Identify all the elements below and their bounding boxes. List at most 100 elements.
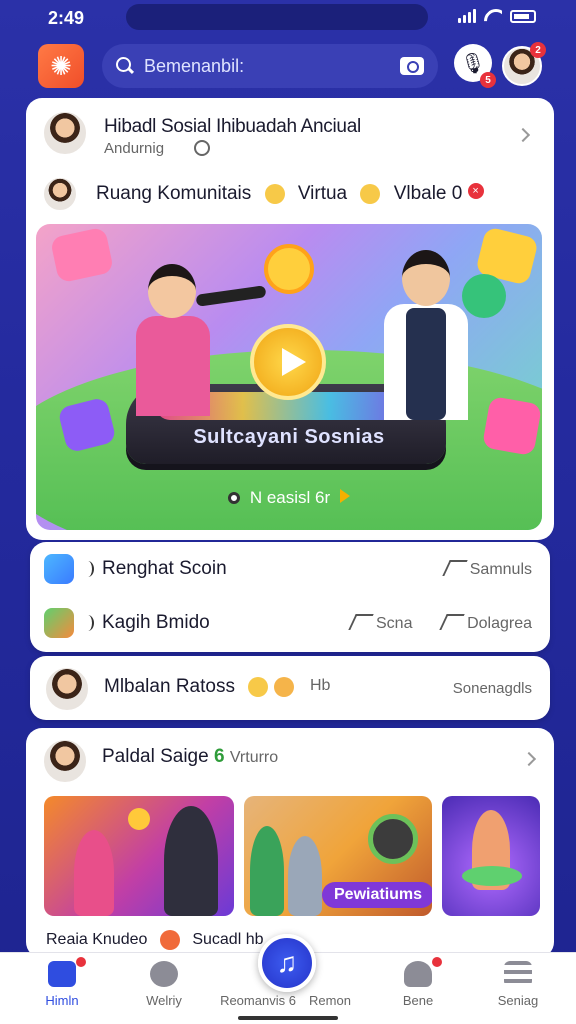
community-end: Vlbale 0 [393,183,463,204]
feed-title[interactable]: Paldal Saige 6 Vrturro [102,746,278,768]
chevron-right-icon[interactable] [521,751,537,767]
globe-icon [194,140,210,156]
feed-caption-text: Reaia Knudeo [46,931,148,949]
feed-thumbnail[interactable]: Pewiatiums [244,796,432,916]
battery-icon [510,9,536,23]
status-time: 2:49 [48,8,85,28]
share-action[interactable]: Dolagrea [439,613,532,633]
link-row[interactable]: Kagih Bmido Scna Dolagrea [30,598,550,648]
feed-card: Paldal Saige 6 Vrturro Pewiatiums Reaia … [26,728,554,958]
spinner-icon [82,561,94,577]
message-title: Mlbalan Ratoss [104,676,302,698]
message-avatar [44,666,90,712]
arrow-right-icon [340,489,351,503]
spinner-icon [82,615,94,631]
community-mid: Virtua [297,183,348,204]
status-icons [458,9,536,23]
chevron-right-icon[interactable] [515,127,531,143]
nav-label: Bene [402,993,434,1008]
search-icon [116,57,134,75]
banner-cta[interactable]: N easisl 6r [36,488,542,508]
floating-tile-icon [49,226,115,284]
app-icon [44,554,74,584]
nav-item-explore[interactable]: Welriy [116,961,212,1021]
feed-title-text: Paldal Saige [102,746,209,767]
message-title-text: Mlbalan Ratoss [104,676,235,697]
record-icon [227,492,240,504]
person-figure [288,836,322,916]
app-logo-icon[interactable]: ✺ [38,44,84,88]
links-card: Renghat Scoin Samnuls Kagih Bmido Scna D… [30,542,550,652]
mic-icon: 🎙 [460,52,486,75]
feed-suffix: Vrturro [229,749,279,766]
share-action[interactable]: Scna [348,613,413,633]
play-button[interactable] [250,324,326,400]
banner-cta-text: N easisl 6r [249,488,331,507]
post-author-avatar[interactable] [42,110,88,156]
share-icon [442,559,468,576]
nav-label: Himln [45,993,79,1008]
emoji-icon [264,183,285,204]
message-meta: Sonenagdls [452,680,532,697]
profile-avatar[interactable]: 2 [502,42,546,86]
home-badge [76,957,86,967]
feed-thumbnail[interactable] [44,796,234,916]
feed-count: 6 [213,746,225,767]
nav-label: Seniag [497,993,539,1008]
sun-icon [264,244,314,294]
share-label: Samnuls [469,560,532,578]
feed-caption-text-2: Sucadl hb [192,931,264,949]
boy-figure [376,250,476,420]
emoji-icon [360,183,381,204]
status-bar: 2:49 [0,0,576,36]
link-title: Kagih Bmido [102,612,210,633]
banner-stage-label: Sultcayani Sosnias [193,426,385,448]
profile-nav-badge [432,957,442,967]
share-label: Scna [376,614,413,632]
music-note-icon: ♫ [276,947,298,978]
post-header[interactable]: Hibadl Sosial Ihibuadah Anciual Andurnig [42,110,542,160]
home-icon [48,957,86,987]
search-input[interactable] [144,55,394,77]
emoji-icon [274,676,295,697]
post-subtitle: Andurnig [104,140,165,157]
community-row[interactable]: Ruang Komunitais Virtua Vlbale 0 × [42,174,542,214]
post-title: Hibadl Sosial Ihibuadah Anciual [104,116,361,137]
thumbnail-tag: Pewiatiums [322,882,432,908]
nav-label: Welriy [146,993,182,1008]
post-banner-image[interactable]: Sultcayani Sosnias N easisl 6r [36,224,542,530]
top-bar: ✺ 🎙 5 2 [0,42,576,90]
share-label: Dolagrea [467,614,532,632]
board-graphic [462,866,522,886]
badge-icon [368,814,418,864]
nav-item-settings[interactable]: Seniag [470,961,566,1021]
link-row[interactable]: Renghat Scoin Samnuls [30,544,550,594]
camera-icon[interactable] [400,57,424,75]
signal-icon [458,9,476,23]
girl-figure [128,264,218,416]
close-icon[interactable]: × [467,183,484,199]
coin-icon [128,808,150,830]
community-name: Ruang Komunitais [96,183,252,204]
mic-button[interactable]: 🎙 5 [454,44,496,88]
emoji-icon [159,930,180,950]
emoji-icon [248,676,269,697]
music-button[interactable]: ♫ [258,934,316,992]
nav-item-home[interactable]: Himln [14,957,110,1021]
share-icon [348,613,374,630]
share-action[interactable]: Samnuls [442,559,532,579]
person-figure [74,830,114,916]
nav-item-profile[interactable]: Bene [370,957,466,1021]
feed-thumbnail[interactable] [442,796,540,916]
community-avatar [42,176,78,212]
share-icon [439,613,465,630]
message-card[interactable]: Mlbalan Ratoss Hb Sonenagdls [30,656,550,720]
profile-badge: 2 [530,42,546,58]
compass-icon [150,961,178,987]
feed-avatar[interactable] [42,738,88,784]
post-card: Hibadl Sosial Ihibuadah Anciual Andurnig… [26,98,554,540]
menu-icon [504,961,532,987]
person-figure [164,806,218,916]
search-bar[interactable] [102,44,438,88]
nav-label: Remon [309,993,351,1008]
